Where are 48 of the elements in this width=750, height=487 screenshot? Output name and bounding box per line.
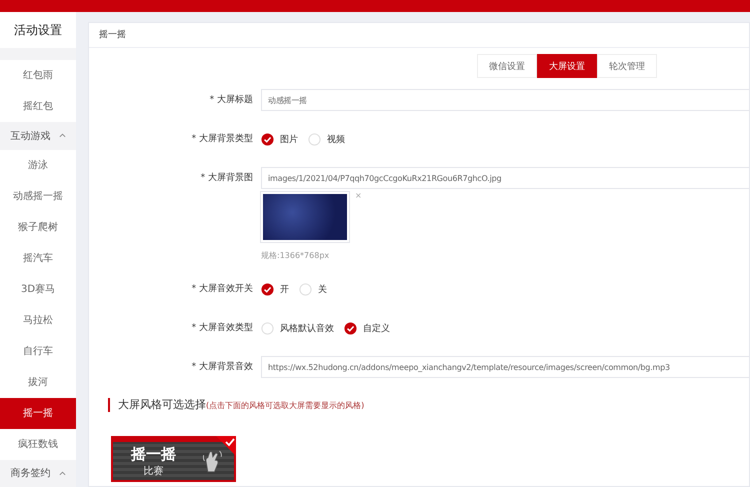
radio-button[interactable] — [344, 322, 357, 334]
sidebar-item[interactable]: 猴子爬树 — [0, 212, 76, 242]
caret-icon — [58, 133, 66, 138]
sidebar-title: 活动设置 — [0, 12, 76, 48]
field-label: * 大屏背景音效 — [190, 360, 253, 374]
card-subtitle: 比赛 — [144, 464, 164, 478]
tab[interactable]: 大屏设置 — [537, 54, 597, 78]
field-label: * 大屏音效开关 — [190, 282, 253, 296]
sidebar-item[interactable]: 红包雨 — [0, 60, 76, 91]
sidebar-item[interactable]: 动感摇一摇 — [0, 180, 76, 212]
radio-option[interactable]: 风格默认音效 — [261, 322, 334, 334]
sidebar-item[interactable]: 摇汽车 — [0, 242, 76, 274]
sidebar-group[interactable]: 互动游戏 — [0, 122, 76, 150]
field-label: * 大屏音效类型 — [190, 322, 253, 335]
field-label: * 大屏背景图 — [200, 172, 253, 185]
section-heading: 大屏风格可选选择(点击下面的风格可选取大屏需要显示的风格) — [108, 398, 749, 412]
sidebar-item[interactable]: 摇红包 — [0, 91, 76, 122]
sidebar-item[interactable]: 马拉松 — [0, 304, 76, 336]
tab[interactable]: 轮次管理 — [597, 54, 657, 78]
radio-button[interactable] — [261, 282, 274, 296]
radio-option[interactable]: 视频 — [308, 132, 345, 146]
radio-button[interactable] — [261, 322, 274, 334]
check-corner-icon — [216, 436, 236, 456]
input-field[interactable]: 动感摇一摇 — [261, 89, 749, 111]
sidebar-item[interactable]: 疯狂数钱 — [0, 428, 76, 460]
sidebar-item[interactable]: 拔河 — [0, 366, 76, 398]
input-field[interactable]: https://wx.52hudong.cn/addons/meepo_xianchangv2/template/resource/images/screen/common/bg.mp3 — [261, 356, 749, 378]
radio-button[interactable] — [261, 132, 274, 146]
size-hint: 规格:1366*768px — [261, 250, 330, 261]
sidebar-item[interactable]: 摇一摇 — [0, 398, 76, 428]
style-card[interactable]: 摇一摇 比赛 — [111, 436, 236, 482]
tab[interactable]: 微信设置 — [477, 54, 537, 78]
sidebar-item[interactable]: 自行车 — [0, 336, 76, 366]
radio-button[interactable] — [308, 132, 321, 146]
radio-option[interactable]: 自定义 — [344, 322, 390, 334]
sidebar-item[interactable]: 3D赛马 — [0, 274, 76, 304]
sidebar-group[interactable]: 商务签约 — [0, 460, 76, 487]
caret-icon — [58, 470, 66, 476]
field-label: * 大屏背景类型 — [190, 132, 253, 146]
card-title: 摇一摇 — [131, 444, 176, 464]
panel-title: 摇一摇 — [89, 23, 749, 48]
radio-option[interactable]: 开 — [261, 282, 289, 296]
sidebar-item[interactable]: 游泳 — [0, 150, 76, 180]
input-field[interactable]: images/1/2021/04/P7qqh70gcCcgoKuRx21RGou6R7ghcO.jpg — [261, 167, 749, 189]
radio-option[interactable]: 图片 — [261, 132, 298, 146]
radio-button[interactable] — [299, 282, 312, 296]
radio-option[interactable]: 关 — [299, 282, 327, 296]
field-label: * 大屏标题 — [208, 94, 253, 107]
